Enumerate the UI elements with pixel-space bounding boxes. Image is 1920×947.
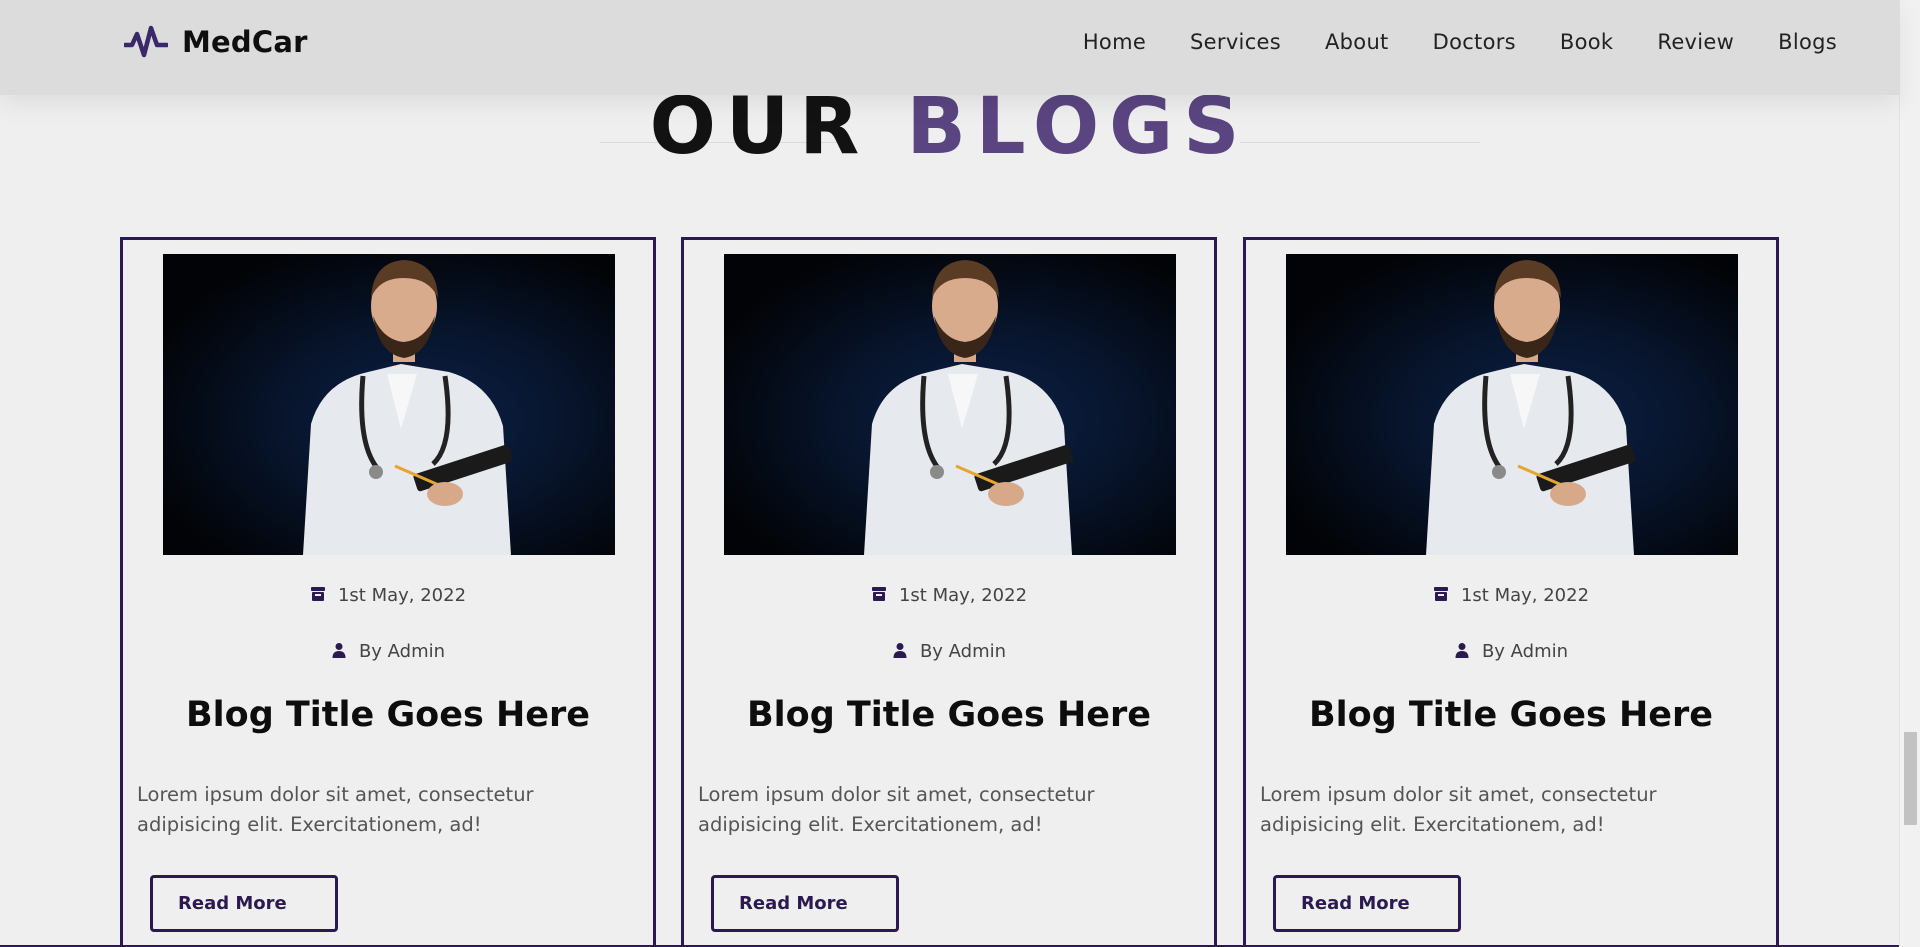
brand-name: MedCar xyxy=(182,25,308,59)
doctor-photo xyxy=(303,260,513,555)
nav-item-blogs[interactable]: Blogs xyxy=(1778,30,1837,54)
scroll-thumb[interactable] xyxy=(1904,732,1917,825)
read-more-button[interactable]: Read More xyxy=(150,875,338,932)
blog-date-text: 1st May, 2022 xyxy=(337,585,467,606)
nav-item-about[interactable]: About xyxy=(1325,30,1389,54)
blog-excerpt: Lorem ipsum dolor sit amet, consectetur … xyxy=(1260,783,1657,836)
read-more-button[interactable]: Read More xyxy=(711,875,899,932)
logo[interactable]: MedCar xyxy=(124,24,308,60)
blog-author-text: By Admin xyxy=(919,641,1007,662)
blog-date-text: 1st May, 2022 xyxy=(898,585,1028,606)
nav-item-home[interactable]: Home xyxy=(1083,30,1146,54)
blog-author: By Admin xyxy=(1246,641,1776,662)
user-icon xyxy=(332,643,346,658)
blog-title[interactable]: Blog Title Goes Here xyxy=(123,695,653,735)
blog-image xyxy=(163,254,615,555)
blog-date: 1st May, 2022 xyxy=(123,585,653,606)
blog-card: 1st May, 2022 By Admin Blog Title Goes H… xyxy=(120,237,656,947)
blog-author-text: By Admin xyxy=(1481,641,1569,662)
heartbeat-icon xyxy=(124,25,168,58)
blog-date: 1st May, 2022 xyxy=(684,585,1214,606)
blog-date: 1st May, 2022 xyxy=(1246,585,1776,606)
blog-card: 1st May, 2022 By Admin Blog Title Goes H… xyxy=(1243,237,1779,947)
main-nav: Home Services About Doctors Book Review … xyxy=(1083,30,1837,54)
doctor-photo xyxy=(1426,260,1636,555)
heading-word-our: OUR xyxy=(649,82,870,172)
blog-author: By Admin xyxy=(684,641,1214,662)
blog-card: 1st May, 2022 By Admin Blog Title Goes H… xyxy=(681,237,1217,947)
doctor-photo xyxy=(864,260,1074,555)
user-icon xyxy=(1455,643,1469,658)
user-icon xyxy=(893,643,907,658)
nav-item-review[interactable]: Review xyxy=(1657,30,1734,54)
blog-excerpt: Lorem ipsum dolor sit amet, consectetur … xyxy=(137,783,534,836)
read-more-button[interactable]: Read More xyxy=(1273,875,1461,932)
scrollbar[interactable] xyxy=(1899,0,1920,947)
page: MedCar Home Services About Doctors Book … xyxy=(0,0,1920,947)
blog-date-text: 1st May, 2022 xyxy=(1460,585,1590,606)
calendar-icon xyxy=(871,587,886,601)
blog-image xyxy=(724,254,1176,555)
site-header: MedCar Home Services About Doctors Book … xyxy=(0,0,1899,95)
nav-item-services[interactable]: Services xyxy=(1190,30,1281,54)
blog-author: By Admin xyxy=(123,641,653,662)
nav-item-doctors[interactable]: Doctors xyxy=(1433,30,1516,54)
calendar-icon xyxy=(1433,587,1448,601)
blog-author-text: By Admin xyxy=(358,641,446,662)
blog-excerpt: Lorem ipsum dolor sit amet, consectetur … xyxy=(698,783,1095,836)
blog-title[interactable]: Blog Title Goes Here xyxy=(1246,695,1776,735)
calendar-icon xyxy=(310,587,325,601)
nav-item-book[interactable]: Book xyxy=(1560,30,1613,54)
heading-word-blogs: BLOGS xyxy=(906,82,1250,172)
blog-title[interactable]: Blog Title Goes Here xyxy=(684,695,1214,735)
blog-image xyxy=(1286,254,1738,555)
